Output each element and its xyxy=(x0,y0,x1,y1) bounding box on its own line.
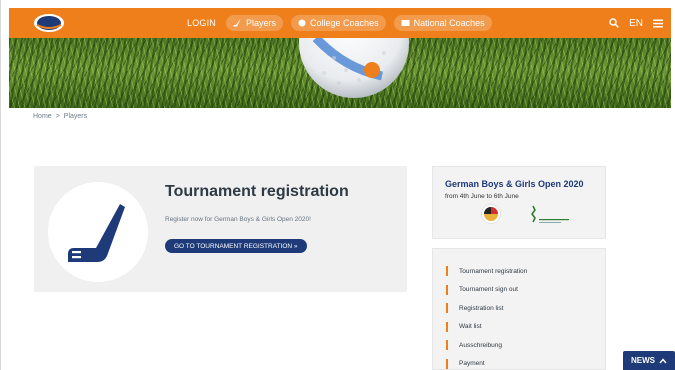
breadcrumb: Home > Players xyxy=(33,113,87,120)
breadcrumb-home[interactable]: Home xyxy=(33,113,52,120)
nav-links: LOGIN Players College Coaches National C… xyxy=(187,8,492,38)
flag-icon xyxy=(401,20,410,26)
golf-club-icon xyxy=(233,19,241,27)
golf-club-icon xyxy=(68,204,125,262)
event-title: German Boys & Girls Open 2020 xyxy=(445,179,584,189)
event-info-box[interactable]: German Boys & Girls Open 2020 from 4th J… xyxy=(432,166,606,239)
nav-college-coaches-label: College Coaches xyxy=(310,18,379,28)
sidebar-item-ausschreibung[interactable]: Ausschreibung xyxy=(433,336,605,355)
top-navigation-bar: LOGIN Players College Coaches National C… xyxy=(9,8,671,38)
sidebar-item-payment[interactable]: Payment xyxy=(433,355,605,370)
card-title: Tournament registration xyxy=(165,183,349,200)
language-switcher[interactable]: EN xyxy=(629,18,643,29)
event-dates: from 4th June to 6th June xyxy=(445,193,519,200)
sidebar-item-wait-list[interactable]: Wait list xyxy=(433,318,605,337)
page: LOGIN Players College Coaches National C… xyxy=(0,0,675,370)
german-golf-logo xyxy=(481,204,501,224)
search-icon[interactable] xyxy=(609,18,619,28)
sidebar-item-tournament-sign-out[interactable]: Tournament sign out xyxy=(433,281,605,300)
go-to-tournament-registration-button[interactable]: GO TO TOURNAMENT REGISTRATION » xyxy=(165,239,307,253)
nav-players-label: Players xyxy=(246,18,277,28)
breadcrumb-current: Players xyxy=(63,113,88,120)
golf-club-st-leon-rot-logo xyxy=(531,205,569,223)
sidebar-item-registration-list[interactable]: Registration list xyxy=(433,299,605,318)
tournament-sidebar-menu: Tournament registration Tournament sign … xyxy=(432,248,606,370)
news-label: NEWS xyxy=(631,356,655,365)
site-logo[interactable] xyxy=(31,11,67,35)
golf-ball-image xyxy=(299,38,409,98)
nav-right-tools: EN xyxy=(609,8,663,38)
nav-national-coaches-label: National Coaches xyxy=(413,18,485,28)
nav-college-coaches-button[interactable]: College Coaches xyxy=(291,15,386,31)
hero-banner xyxy=(9,38,671,108)
nav-national-coaches-button[interactable]: National Coaches xyxy=(393,15,492,31)
tournament-registration-card: Tournament registration Register now for… xyxy=(34,166,407,292)
chevron-up-icon xyxy=(659,357,667,363)
card-subtitle: Register now for German Boys & Girls Ope… xyxy=(165,216,311,223)
golf-ball-icon xyxy=(298,19,306,27)
login-link[interactable]: LOGIN xyxy=(187,18,216,28)
nav-players-button[interactable]: Players xyxy=(226,15,284,31)
breadcrumb-separator: > xyxy=(55,113,60,120)
menu-icon[interactable] xyxy=(653,19,663,28)
sidebar-item-tournament-registration[interactable]: Tournament registration xyxy=(433,262,605,281)
card-icon-circle xyxy=(48,182,148,282)
news-tab-button[interactable]: NEWS xyxy=(623,351,675,370)
